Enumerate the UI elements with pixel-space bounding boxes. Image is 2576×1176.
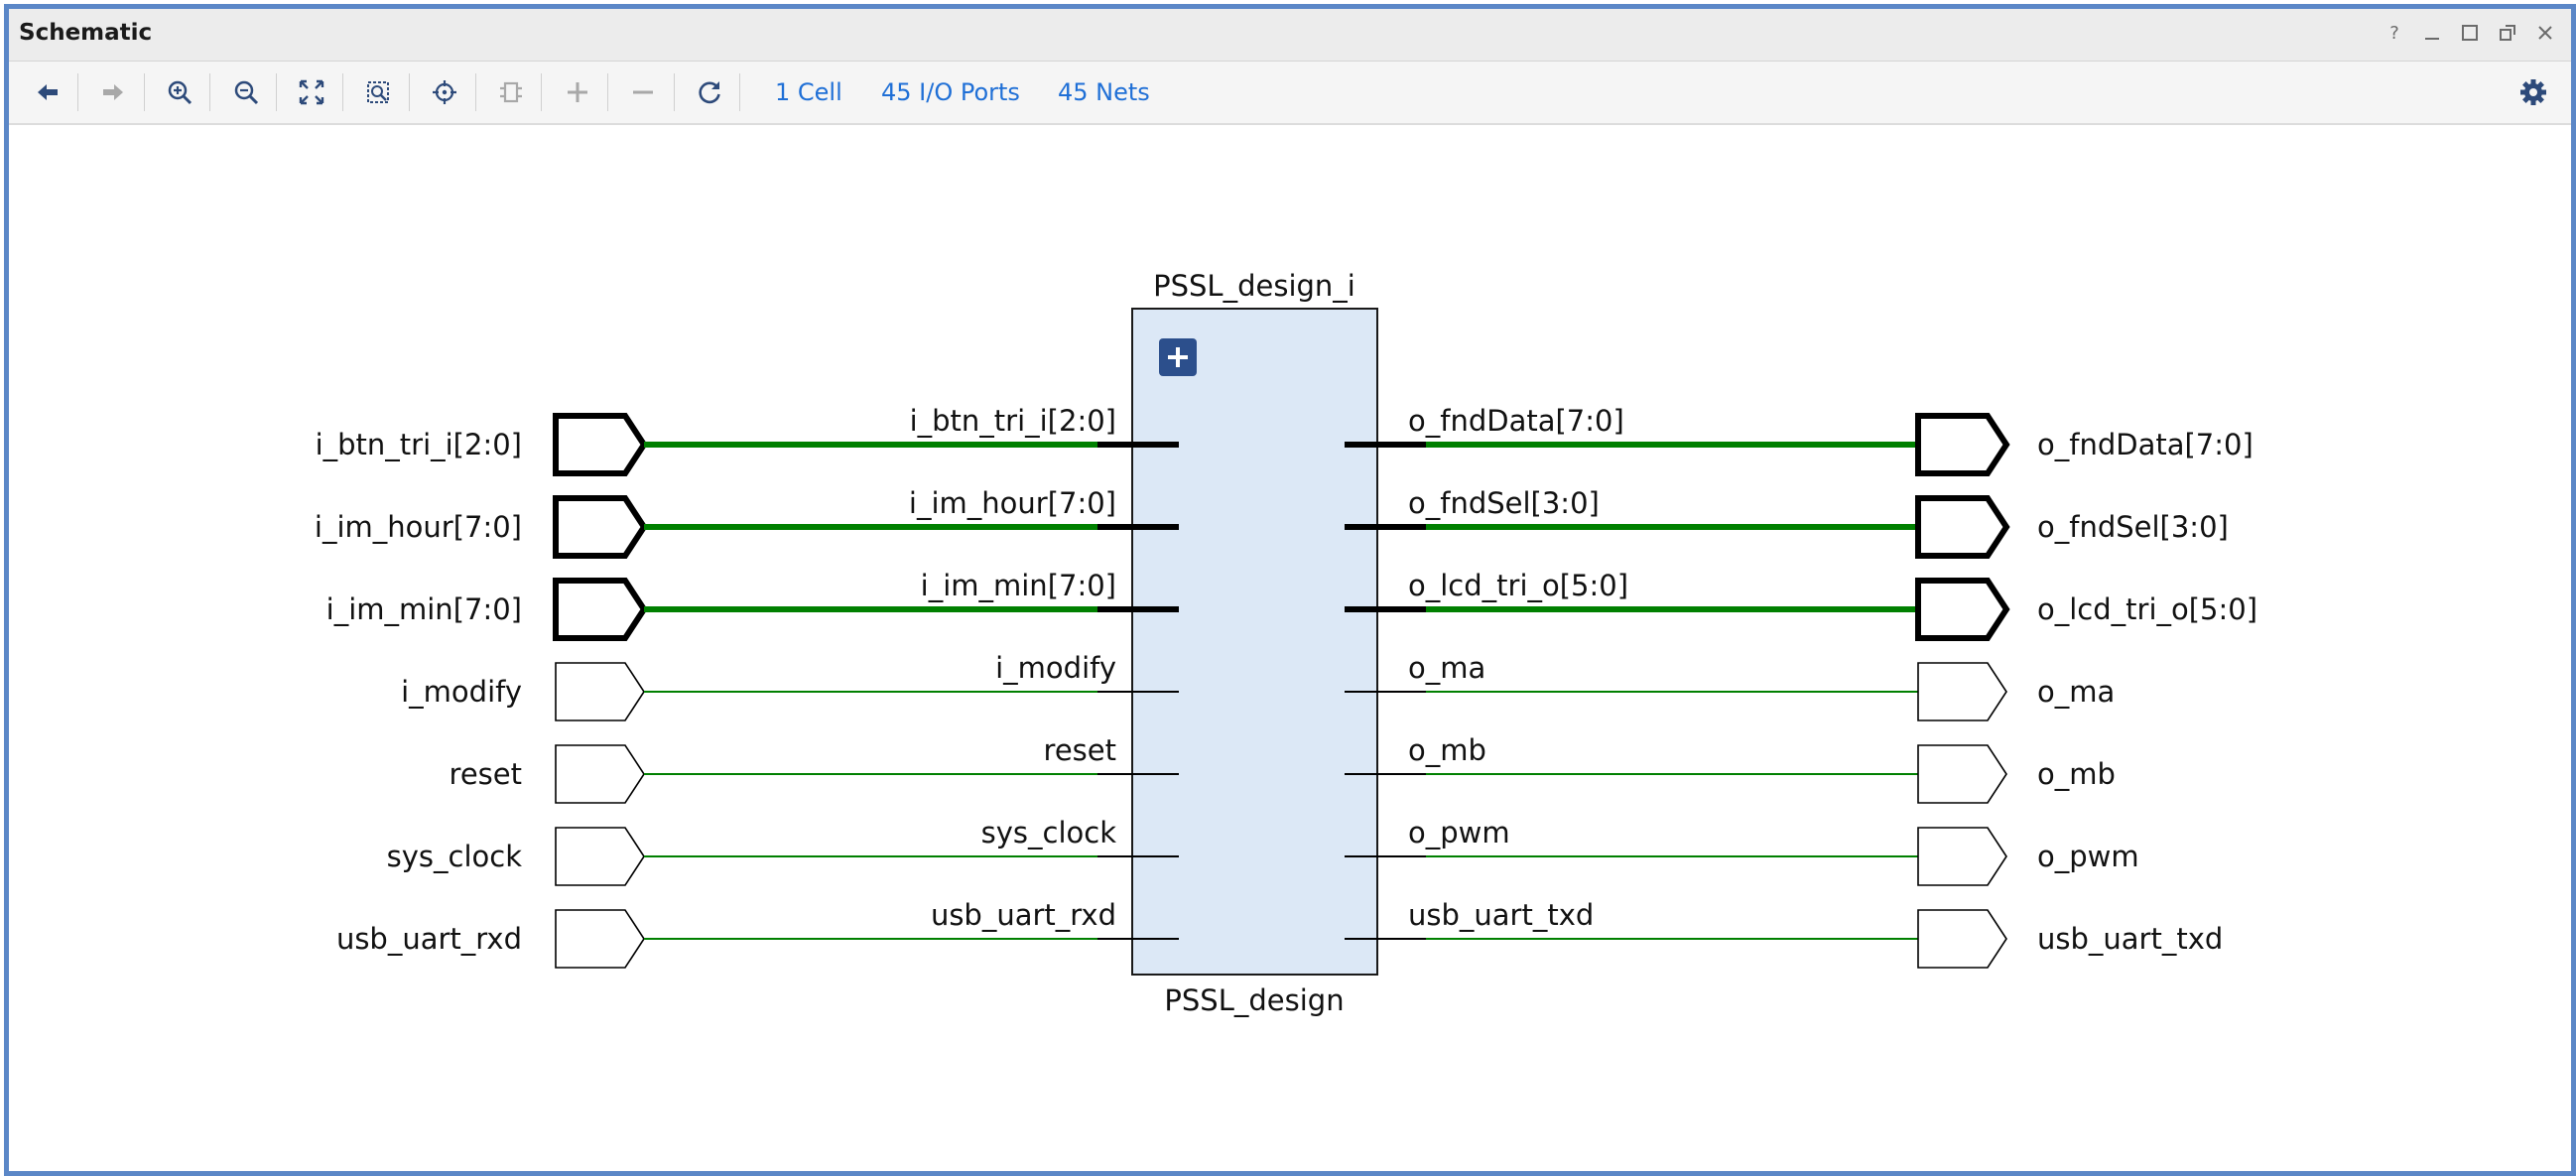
toolbar-divider [607,73,608,111]
schematic-diagram: PSSL_design_i PSSL_design i_btn_tri_i[2:… [315,269,2257,1017]
output-pin-label: o_lcd_tri_o[5:0] [1408,569,1628,602]
output-port-label: o_fndSel[3:0] [2037,510,2229,544]
input-port-label: i_im_min[7:0] [326,592,522,626]
refresh-icon[interactable] [693,75,726,109]
toolbar-divider [475,73,476,111]
toolbar-divider [144,73,145,111]
expand-icon[interactable] [561,75,594,109]
input-port-label: reset [450,757,522,791]
output-port-label: o_lcd_tri_o[5:0] [2037,592,2257,626]
input-port-reset[interactable] [555,744,645,804]
output-port-label: o_ma [2037,675,2115,709]
output-port-o-pwm[interactable] [1917,827,2007,886]
output-port-o-ma[interactable] [1917,662,2007,721]
window-title: Schematic [19,20,153,46]
zoom-out-icon[interactable] [229,75,263,109]
toolbar-divider [541,73,542,111]
cell-block[interactable] [1131,308,1378,976]
output-port-o-fndData[interactable] [1915,413,2010,476]
output-port-o-lcd-tri-o[interactable] [1915,578,2010,641]
toolbar-divider [342,73,343,111]
input-pin-label: i_im_hour[7:0] [909,486,1116,520]
output-port-o-mb[interactable] [1917,744,2007,804]
restore-icon[interactable] [2492,17,2523,49]
window-controls: ? [2379,17,2561,49]
input-port-label: usb_uart_rxd [336,922,522,956]
zoom-in-icon[interactable] [163,75,196,109]
output-pin-label: o_fndData[7:0] [1408,404,1624,438]
input-pin-label: reset [1044,733,1116,767]
instance-name-label: PSSL_design_i [1153,269,1355,303]
cell-count-link[interactable]: 1 Cell [775,78,842,106]
input-port-i-im-min[interactable] [553,578,648,641]
toolbar: 1 Cell 45 I/O Ports 45 Nets [9,62,2571,125]
output-port-label: o_mb [2037,757,2116,791]
output-pin-label: usb_uart_txd [1408,898,1594,932]
help-icon[interactable]: ? [2379,17,2410,49]
output-port-o-fndSel[interactable] [1915,495,2010,559]
schematic-canvas[interactable]: PSSL_design_i PSSL_design i_btn_tri_i[2:… [9,125,2571,1171]
toolbar-divider [77,73,78,111]
close-icon[interactable] [2529,17,2561,49]
input-pin-label: i_modify [995,651,1116,685]
toolbar-divider [276,73,277,111]
toolbar-divider [674,73,675,111]
input-pin-label: i_im_min[7:0] [921,569,1116,602]
input-port-label: i_btn_tri_i[2:0] [316,428,522,461]
input-pin-label: usb_uart_rxd [931,898,1116,932]
input-port-label: sys_clock [387,840,523,873]
input-port-label: i_im_hour[7:0] [315,510,522,544]
cell-type-label: PSSL_design [1164,983,1344,1017]
output-port-label: usb_uart_txd [2037,922,2223,956]
input-port-usb-uart-rxd[interactable] [555,909,645,969]
input-port-i-btn-tri-i[interactable] [553,413,648,476]
output-pin-label: o_ma [1408,651,1485,685]
io-ports-link[interactable]: 45 I/O Ports [881,78,1020,106]
title-bar: Schematic ? [9,9,2571,62]
center-icon[interactable] [428,75,461,109]
input-port-sys-clock[interactable] [555,827,645,886]
output-port-label: o_fndData[7:0] [2037,428,2254,461]
input-port-label: i_modify [401,675,522,709]
cell-icon[interactable] [494,75,528,109]
output-port-usb-uart-txd[interactable] [1917,909,2007,969]
output-pin-label: o_pwm [1408,816,1510,849]
zoom-fit-icon[interactable] [295,75,328,109]
output-pin-label: o_mb [1408,733,1486,767]
toolbar-divider [209,73,210,111]
schematic-window: Schematic ? 1 Cell 45 I/O Ports 45 Nets … [4,4,2576,1176]
back-icon[interactable] [31,75,64,109]
input-port-i-modify[interactable] [555,662,645,721]
settings-icon[interactable] [2516,75,2550,109]
output-pin-label: o_fndSel[3:0] [1408,486,1600,520]
maximize-icon[interactable] [2454,17,2486,49]
input-pin-label: sys_clock [981,816,1117,849]
forward-icon[interactable] [96,75,130,109]
toolbar-divider [739,73,740,111]
zoom-area-icon[interactable] [361,75,395,109]
cell-expand-button[interactable] [1159,338,1197,376]
svg-text:?: ? [2389,23,2399,44]
nets-link[interactable]: 45 Nets [1058,78,1150,106]
minimize-icon[interactable] [2416,17,2448,49]
input-port-i-im-hour[interactable] [553,495,648,559]
output-port-label: o_pwm [2037,840,2139,873]
collapse-icon[interactable] [626,75,660,109]
input-pin-label: i_btn_tri_i[2:0] [910,404,1116,438]
toolbar-divider [409,73,410,111]
